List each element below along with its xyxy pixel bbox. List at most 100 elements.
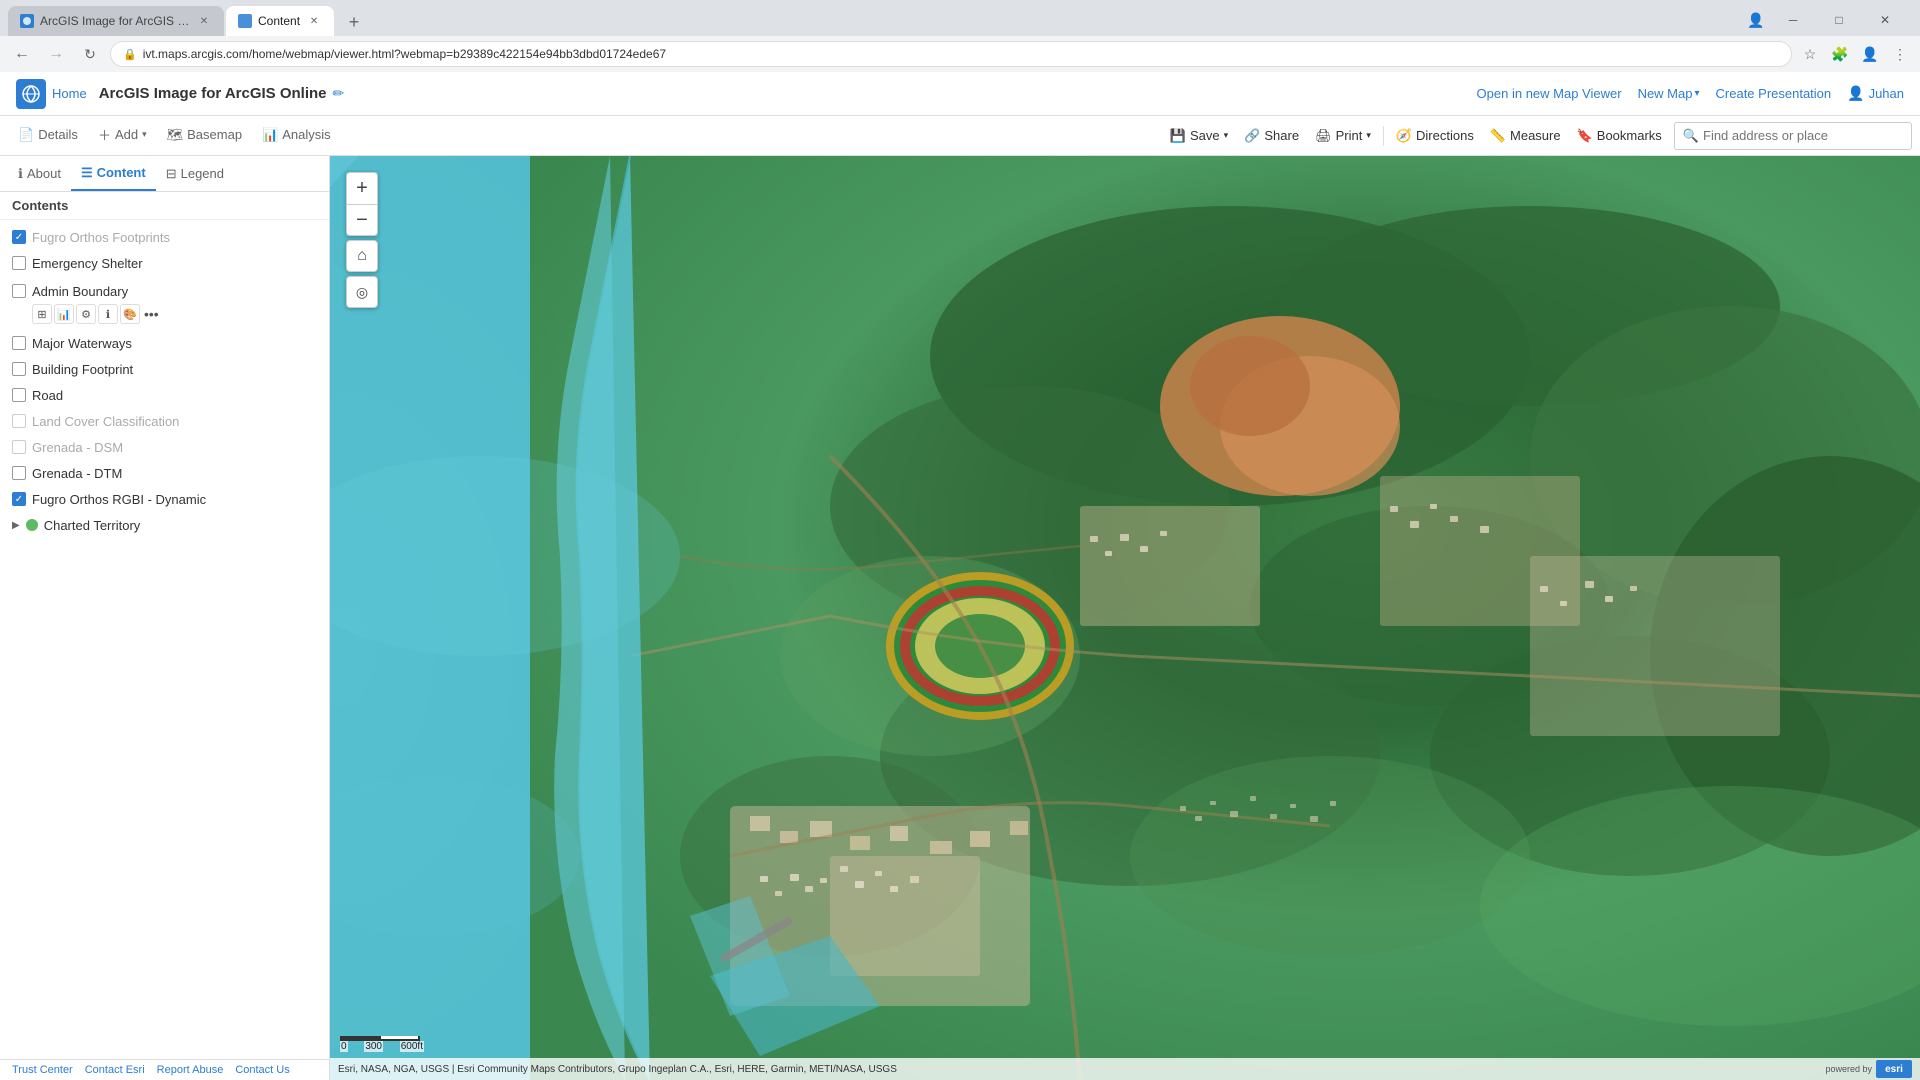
save-chevron-icon: ▾ — [1224, 130, 1229, 141]
sub-icon-chart[interactable]: 📊 — [54, 304, 74, 324]
map-controls: + − ⌂ ◎ — [346, 172, 378, 308]
browser-maximize-btn[interactable]: □ — [1816, 4, 1862, 36]
map-svg — [330, 156, 1920, 1080]
extension-icon[interactable]: 🧩 — [1828, 42, 1852, 66]
toolbar-separator-1 — [1383, 126, 1384, 146]
new-map-button[interactable]: New Map ▾ — [1638, 86, 1700, 101]
layer-checkbox-5[interactable] — [12, 362, 26, 376]
sub-icon-table[interactable]: ⊞ — [32, 304, 52, 324]
user-menu-button[interactable]: 👤 Juhan — [1847, 85, 1904, 102]
tab-arcgis[interactable]: ArcGIS Image for ArcGIS Online ✕ — [8, 6, 224, 36]
map-area[interactable]: + − ⌂ ◎ 0 300 600ft Esri, NASA, N — [330, 156, 1920, 1080]
sub-icon-filter[interactable]: ⚙ — [76, 304, 96, 324]
charted-territory-item[interactable]: ▶ Charted Territory — [0, 512, 329, 538]
scale-label-300: 300 — [364, 1041, 383, 1052]
back-button[interactable]: ← — [8, 40, 36, 68]
layer-checkbox-10[interactable]: ✓ — [12, 492, 26, 506]
browser-minimize-btn[interactable]: ─ — [1770, 4, 1816, 36]
tab-legend[interactable]: ⊟ Legend — [156, 157, 234, 191]
about-icon: ℹ — [18, 166, 23, 182]
home-extent-button[interactable]: ⌂ — [346, 240, 378, 272]
scale-label-0: 0 — [340, 1041, 348, 1052]
browser-profile-icon[interactable]: 👤 — [1742, 6, 1770, 34]
tab-label-1: ArcGIS Image for ArcGIS Online — [40, 14, 190, 28]
reload-button[interactable]: ↻ — [76, 40, 104, 68]
open-new-map-viewer-link[interactable]: Open in new Map Viewer — [1477, 86, 1622, 101]
tab-close-2[interactable]: ✕ — [306, 13, 322, 29]
list-item: Land Cover Classification — [0, 408, 329, 434]
edit-title-icon[interactable]: ✏ — [333, 85, 345, 102]
tab-about[interactable]: ℹ About — [8, 157, 71, 191]
tab-label-2: Content — [258, 14, 300, 28]
browser-menu-icon[interactable]: ⋮ — [1888, 42, 1912, 66]
print-button[interactable]: 🖨 Print ▾ — [1307, 118, 1379, 154]
tab-add-button[interactable]: + — [340, 8, 368, 36]
sub-icon-style[interactable]: 🎨 — [120, 304, 140, 324]
bookmarks-button[interactable]: 🔖 Bookmarks — [1569, 118, 1670, 154]
url-text: ivt.maps.arcgis.com/home/webmap/viewer.h… — [143, 47, 666, 61]
layer-label-3: Admin Boundary — [32, 284, 128, 299]
search-icon: 🔍 — [1683, 128, 1699, 144]
details-tab[interactable]: 📄 Details — [8, 117, 88, 155]
directions-button[interactable]: 🧭 Directions — [1388, 118, 1482, 154]
layer-checkbox-9[interactable] — [12, 466, 26, 480]
directions-icon: 🧭 — [1396, 128, 1412, 144]
browser-close-btn[interactable]: ✕ — [1862, 4, 1908, 36]
layer-checkbox-4[interactable] — [12, 336, 26, 350]
about-label: About — [27, 166, 61, 181]
tab-content[interactable]: ☰ Content — [71, 157, 156, 191]
layer-checkbox-1[interactable]: ✓ — [12, 230, 26, 244]
app-title: ArcGIS Image for ArcGIS Online — [99, 85, 327, 102]
scale-bar: 0 300 600ft — [340, 1036, 424, 1052]
list-item: ✓ Fugro Orthos Footprints — [0, 224, 329, 250]
add-tab[interactable]: ＋ Add ▾ — [88, 117, 157, 155]
charted-territory-label: Charted Territory — [44, 518, 141, 533]
analysis-label: Analysis — [282, 127, 330, 142]
create-presentation-link[interactable]: Create Presentation — [1716, 86, 1832, 101]
layer-label-4: Major Waterways — [32, 336, 132, 351]
home-link[interactable]: Home — [52, 86, 87, 101]
contents-header: Contents — [0, 192, 329, 220]
directions-label: Directions — [1416, 128, 1474, 143]
toolbar-right: 💾 Save ▾ 🔗 Share 🖨 Print ▾ 🧭 Directions … — [1162, 118, 1912, 154]
sub-icon-info[interactable]: ℹ — [98, 304, 118, 324]
esri-logo: powered by esri — [1825, 1060, 1912, 1078]
share-button[interactable]: 🔗 Share — [1236, 118, 1307, 154]
sidebar: ℹ About ☰ Content ⊟ Legend Contents ✓ Fu… — [0, 156, 330, 1080]
contact-esri-link[interactable]: Contact Esri — [85, 1064, 145, 1076]
tab-close-1[interactable]: ✕ — [196, 13, 212, 29]
list-item: ✓ Fugro Orthos RGBI - Dynamic — [0, 486, 329, 512]
save-icon: 💾 — [1170, 128, 1186, 144]
layer-checkbox-7[interactable] — [12, 414, 26, 428]
contents-label: Contents — [12, 198, 68, 213]
save-button[interactable]: 💾 Save ▾ — [1162, 118, 1236, 154]
list-item: Major Waterways — [0, 330, 329, 356]
layer-checkbox-8[interactable] — [12, 440, 26, 454]
report-abuse-link[interactable]: Report Abuse — [157, 1064, 224, 1076]
contact-us-link[interactable]: Contact Us — [235, 1064, 289, 1076]
zoom-out-button[interactable]: − — [346, 204, 378, 236]
forward-button[interactable]: → — [42, 40, 70, 68]
address-bar[interactable]: 🔒 ivt.maps.arcgis.com/home/webmap/viewer… — [110, 41, 1792, 67]
layer-checkbox-3[interactable] — [12, 284, 26, 298]
analysis-tab[interactable]: 📊 Analysis — [252, 117, 341, 155]
search-box[interactable]: 🔍 — [1674, 122, 1912, 150]
basemap-tab[interactable]: 🗺 Basemap — [157, 117, 252, 155]
tab-bar: ArcGIS Image for ArcGIS Online ✕ Content… — [0, 0, 1920, 36]
main-content: ℹ About ☰ Content ⊟ Legend Contents ✓ Fu… — [0, 156, 1920, 1080]
search-input[interactable] — [1703, 128, 1903, 143]
app-logo[interactable] — [16, 79, 46, 109]
more-options-icon[interactable]: ••• — [144, 306, 159, 322]
legend-label: Legend — [181, 166, 224, 181]
layer-checkbox-2[interactable] — [12, 256, 26, 270]
bookmark-star-icon[interactable]: ☆ — [1798, 42, 1822, 66]
zoom-in-button[interactable]: + — [346, 172, 378, 204]
measure-button[interactable]: 📏 Measure — [1482, 118, 1569, 154]
print-chevron-icon: ▾ — [1366, 130, 1371, 141]
layer-checkbox-6[interactable] — [12, 388, 26, 402]
locate-button[interactable]: ◎ — [346, 276, 378, 308]
trust-center-link[interactable]: Trust Center — [12, 1064, 73, 1076]
content-label: Content — [97, 165, 146, 180]
profile-account-icon[interactable]: 👤 — [1858, 42, 1882, 66]
tab-content[interactable]: Content ✕ — [226, 6, 334, 36]
